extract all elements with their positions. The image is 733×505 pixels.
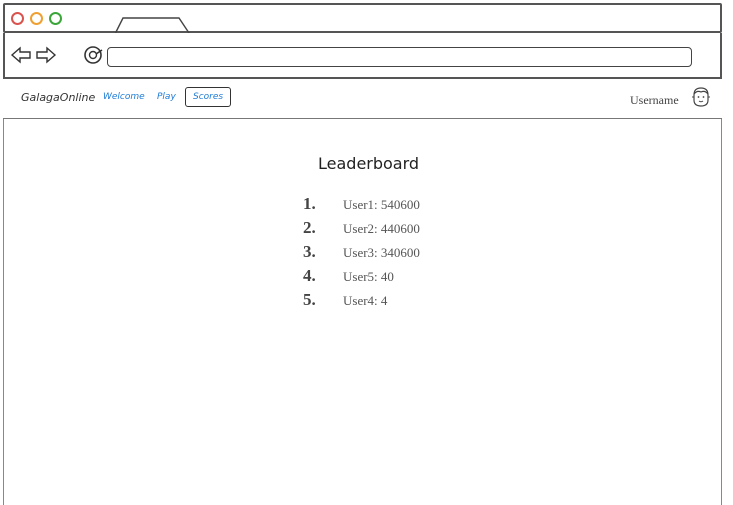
brand-logo[interactable]: GalagaOnline: [21, 91, 95, 104]
rank-number: 3.: [303, 242, 316, 261]
minimize-window-button[interactable]: [30, 12, 43, 25]
nav-link-scores[interactable]: Scores: [185, 87, 232, 107]
nav-link-welcome[interactable]: Welcome: [103, 92, 145, 102]
rank-number: 4.: [303, 266, 316, 285]
username-label[interactable]: Username: [630, 93, 679, 108]
leaderboard-list: 1. User1: 540600 2. User2: 440600 3. Use…: [303, 194, 503, 314]
maximize-window-button[interactable]: [49, 12, 62, 25]
app-navbar: GalagaOnline Welcome Play Scores Usernam…: [3, 79, 722, 119]
score-entry: User2: 440600: [343, 221, 420, 236]
close-window-button[interactable]: [11, 12, 24, 25]
score-entry: User3: 340600: [343, 245, 420, 260]
address-bar: [3, 33, 722, 79]
rank-number: 1.: [303, 194, 316, 213]
user-avatar-icon[interactable]: [691, 86, 711, 108]
browser-window: GalagaOnline Welcome Play Scores Usernam…: [0, 0, 733, 505]
rank-number: 2.: [303, 218, 316, 237]
rank-number: 5.: [303, 290, 316, 309]
score-entry: User4: 4: [343, 293, 388, 308]
url-input[interactable]: [107, 47, 692, 67]
leaderboard-row: 5. User4: 4: [303, 290, 503, 314]
leaderboard-row: 1. User1: 540600: [303, 194, 503, 218]
reload-icon[interactable]: [82, 44, 104, 66]
score-entry: User1: 540600: [343, 197, 420, 212]
leaderboard-row: 2. User2: 440600: [303, 218, 503, 242]
leaderboard-title: Leaderboard: [318, 154, 420, 173]
forward-arrow-icon[interactable]: [35, 44, 57, 66]
title-bar: [3, 3, 722, 37]
back-arrow-icon[interactable]: [10, 44, 32, 66]
leaderboard-row: 3. User3: 340600: [303, 242, 503, 266]
leaderboard-row: 4. User5: 40: [303, 266, 503, 290]
nav-link-play[interactable]: Play: [157, 92, 176, 102]
score-entry: User5: 40: [343, 269, 394, 284]
